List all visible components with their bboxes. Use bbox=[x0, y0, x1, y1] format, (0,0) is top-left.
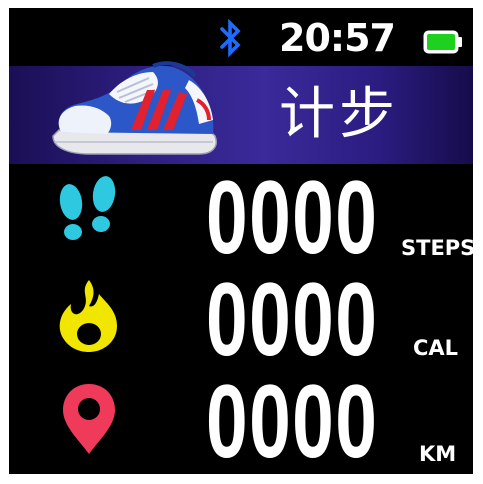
sneaker-icon bbox=[52, 61, 217, 155]
clock-time: 20:57 bbox=[279, 16, 396, 60]
steps-unit-label: STEPS bbox=[401, 236, 473, 260]
metric-row-steps: 0000 STEPS bbox=[9, 160, 473, 276]
calories-value: 0000 bbox=[206, 262, 379, 378]
header-banner: 计步 bbox=[9, 61, 473, 164]
watch-screen: 20:57 计步 0000 STEPS 0000 CAL 0000 KM bbox=[9, 8, 473, 474]
footprints-icon bbox=[59, 176, 116, 240]
battery-full-icon bbox=[423, 30, 462, 54]
distance-unit-label: KM bbox=[419, 442, 457, 466]
page-title: 计步 bbox=[279, 82, 399, 147]
metric-row-calories: 0000 CAL bbox=[9, 262, 473, 378]
steps-value: 0000 bbox=[206, 160, 379, 276]
bluetooth-icon bbox=[220, 18, 241, 58]
metric-row-distance: 0000 KM bbox=[9, 364, 473, 474]
calories-unit-label: CAL bbox=[413, 336, 459, 360]
distance-value: 0000 bbox=[206, 364, 379, 474]
location-pin-icon bbox=[63, 384, 115, 454]
flame-icon bbox=[59, 280, 117, 352]
